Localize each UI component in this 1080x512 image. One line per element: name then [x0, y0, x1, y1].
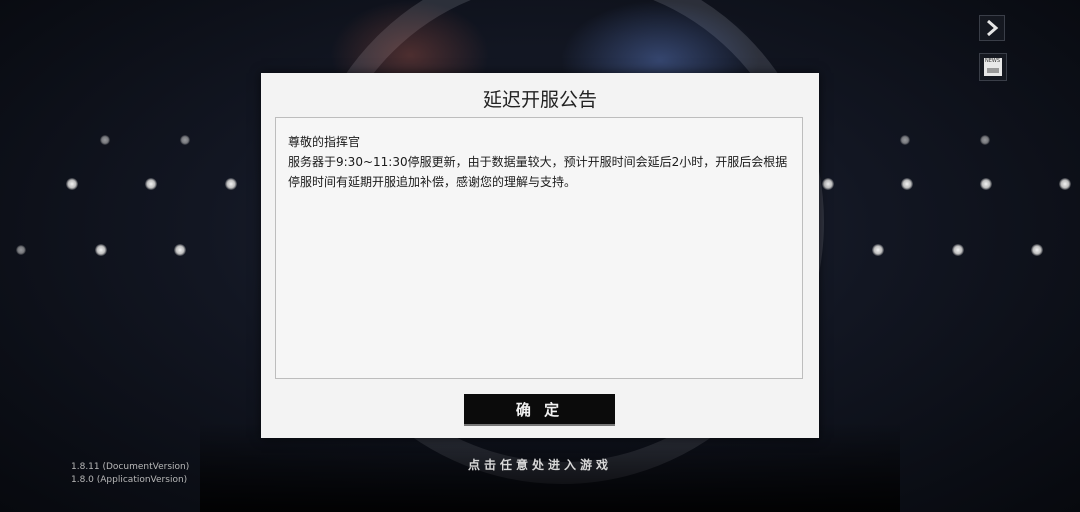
background-light	[95, 244, 107, 256]
background-light	[901, 178, 913, 190]
background-light	[180, 135, 190, 145]
news-icon-label: NEWS	[985, 58, 1001, 64]
announcement-content[interactable]: 尊敬的指挥官 服务器于9:30~11:30停服更新，由于数据量较大，预计开服时间…	[275, 117, 803, 379]
news-button[interactable]: NEWS	[979, 53, 1007, 81]
background-light	[100, 135, 110, 145]
background-light	[16, 245, 26, 255]
announcement-dialog: 延迟开服公告 尊敬的指挥官 服务器于9:30~11:30停服更新，由于数据量较大…	[261, 73, 819, 438]
background-light	[900, 135, 910, 145]
background-light	[980, 135, 990, 145]
background-light	[1059, 178, 1071, 190]
background-light	[66, 178, 78, 190]
background-light	[1031, 244, 1043, 256]
announcement-greeting: 尊敬的指挥官	[288, 135, 361, 149]
background-light	[174, 244, 186, 256]
background-light	[822, 178, 834, 190]
background-light	[980, 178, 992, 190]
document-version: 1.8.11 (DocumentVersion)	[71, 462, 190, 472]
confirm-button[interactable]: 确 定	[464, 394, 615, 426]
background-light	[872, 244, 884, 256]
news-icon: NEWS	[984, 58, 1002, 76]
dialog-title: 延迟开服公告	[482, 89, 597, 111]
background-light	[145, 178, 157, 190]
application-version: 1.8.0 (ApplicationVersion)	[71, 475, 188, 485]
next-button[interactable]	[979, 15, 1005, 41]
chevron-right-icon	[987, 20, 999, 36]
background-light	[225, 178, 237, 190]
background-light	[952, 244, 964, 256]
announcement-message: 服务器于9:30~11:30停服更新，由于数据量较大，预计开服时间会延后2小时，…	[288, 155, 788, 189]
